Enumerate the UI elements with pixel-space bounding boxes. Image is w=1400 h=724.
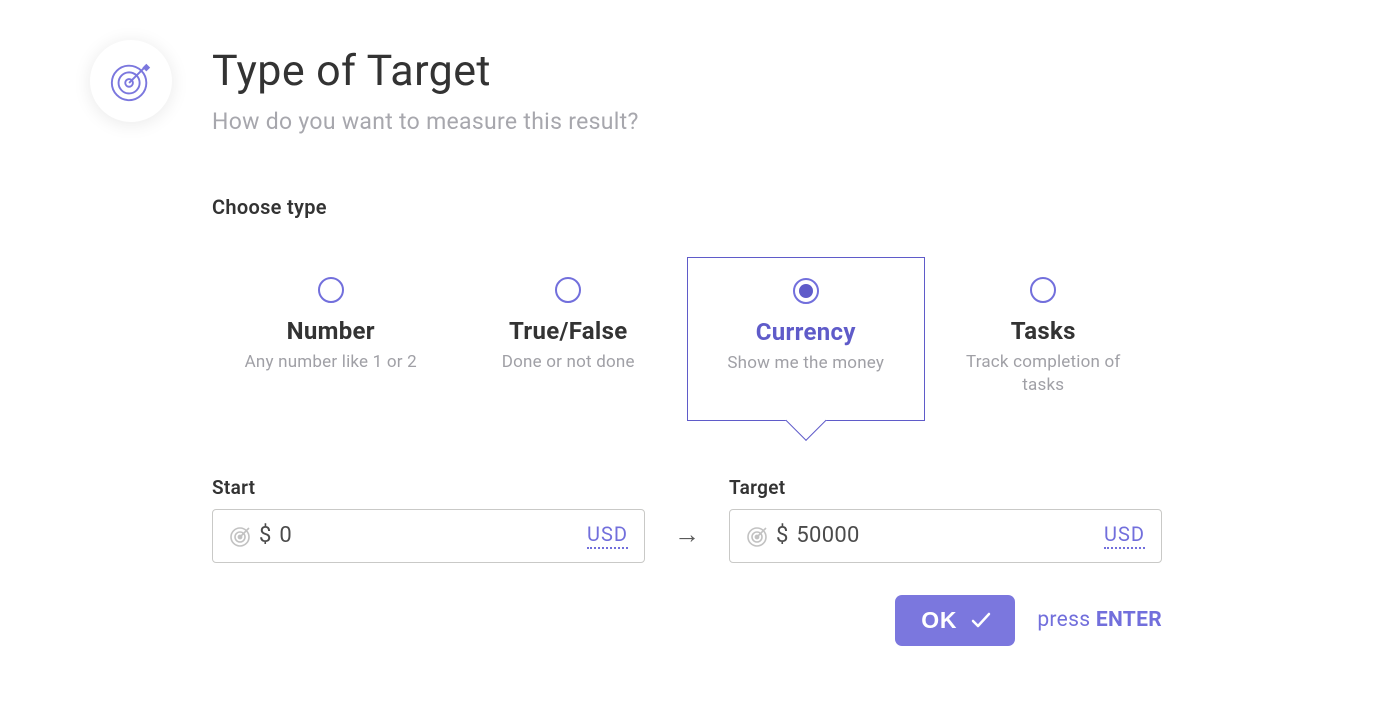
type-card-currency[interactable]: Currency Show me the money xyxy=(687,257,925,421)
type-title-number: Number xyxy=(234,317,428,345)
type-title-currency: Currency xyxy=(710,318,902,346)
start-input-wrap[interactable]: $ USD xyxy=(212,509,645,563)
start-currency-code[interactable]: USD xyxy=(587,522,628,549)
values-row: Start $ USD → Target xyxy=(212,476,1162,563)
start-group: Start $ USD xyxy=(212,476,645,563)
header-text: Type of Target How do you want to measur… xyxy=(212,40,639,135)
type-row: Number Any number like 1 or 2 True/False… xyxy=(212,257,1162,421)
type-desc-truefalse: Done or not done xyxy=(472,351,666,374)
header: Type of Target How do you want to measur… xyxy=(90,40,1190,135)
type-card-truefalse[interactable]: True/False Done or not done xyxy=(450,257,688,421)
target-input[interactable] xyxy=(796,523,1104,548)
start-label: Start xyxy=(212,476,645,499)
content: Choose type Number Any number like 1 or … xyxy=(212,195,1162,646)
type-title-tasks: Tasks xyxy=(947,317,1141,345)
ok-button[interactable]: OK xyxy=(895,595,1015,646)
start-currency-symbol: $ xyxy=(259,523,271,548)
radio-truefalse[interactable] xyxy=(555,277,581,303)
type-title-truefalse: True/False xyxy=(472,317,666,345)
type-card-number[interactable]: Number Any number like 1 or 2 xyxy=(212,257,450,421)
radio-tasks[interactable] xyxy=(1030,277,1056,303)
choose-type-label: Choose type xyxy=(212,195,1162,219)
target-input-wrap[interactable]: $ USD xyxy=(729,509,1162,563)
arrow-icon: → xyxy=(667,509,707,563)
target-currency-symbol: $ xyxy=(776,523,788,548)
press-enter-prefix: press xyxy=(1037,608,1096,632)
press-enter-key: ENTER xyxy=(1096,608,1162,632)
radio-currency[interactable] xyxy=(793,278,819,304)
type-desc-number: Any number like 1 or 2 xyxy=(234,351,428,374)
ok-button-label: OK xyxy=(921,607,957,634)
page-title: Type of Target xyxy=(212,46,639,96)
type-of-target-form: Type of Target How do you want to measur… xyxy=(90,40,1190,646)
target-field-icon xyxy=(746,524,770,548)
header-icon-wrap xyxy=(90,40,172,122)
type-desc-currency: Show me the money xyxy=(710,352,902,375)
type-card-tasks[interactable]: Tasks Track completion of tasks xyxy=(925,257,1163,421)
start-input[interactable] xyxy=(279,523,587,548)
target-label: Target xyxy=(729,476,1162,499)
press-enter-hint: press ENTER xyxy=(1037,608,1162,632)
target-icon xyxy=(108,58,154,104)
type-desc-tasks: Track completion of tasks xyxy=(947,351,1141,397)
radio-number[interactable] xyxy=(318,277,344,303)
target-currency-code[interactable]: USD xyxy=(1104,522,1145,549)
target-field-icon xyxy=(229,524,253,548)
footer-row: OK press ENTER xyxy=(212,595,1162,646)
check-icon xyxy=(969,608,993,632)
target-group: Target $ USD xyxy=(729,476,1162,563)
page-subtitle: How do you want to measure this result? xyxy=(212,108,639,135)
